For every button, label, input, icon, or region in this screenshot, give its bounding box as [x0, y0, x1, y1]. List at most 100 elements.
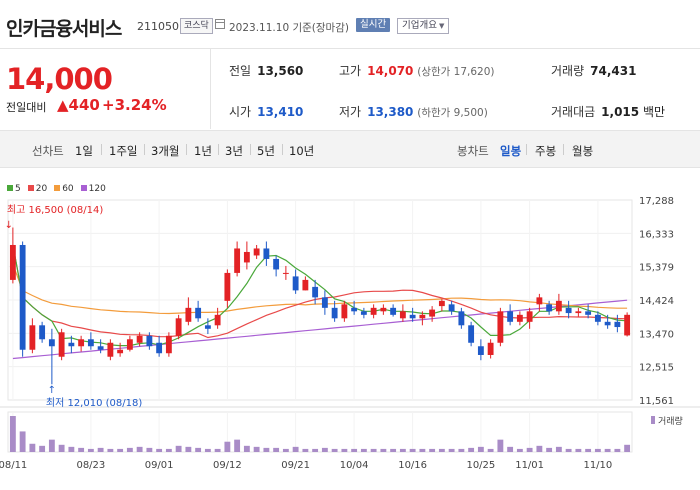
- candle-body: [9, 244, 16, 280]
- candle-body: [624, 314, 631, 336]
- volume-bar: [331, 448, 338, 452]
- volume-bar: [136, 446, 143, 452]
- volume-bar: [565, 448, 572, 452]
- candle-body: [351, 307, 358, 312]
- volume-bar: [204, 448, 211, 452]
- candle-body: [370, 307, 377, 315]
- candle-body: [360, 311, 367, 315]
- candle-body: [458, 311, 465, 326]
- candle-body: [546, 304, 553, 312]
- candle-body: [575, 311, 582, 314]
- candle-body: [497, 311, 504, 343]
- candle-body: [87, 339, 94, 347]
- volume-bar: [292, 446, 299, 452]
- volume-bar: [19, 431, 26, 452]
- y-tick-label: 13,470: [639, 329, 674, 340]
- y-tick-label: 11,561: [639, 396, 674, 407]
- candle-body: [438, 300, 445, 307]
- volume-bar: [380, 448, 387, 452]
- volume-bar: [516, 448, 523, 452]
- candle-body: [331, 307, 338, 319]
- volume-bar: [185, 446, 192, 452]
- candle-body: [419, 314, 426, 319]
- candle-body: [243, 251, 250, 263]
- volume-bar: [341, 448, 348, 452]
- volume-bar: [507, 446, 514, 452]
- candle-body: [165, 335, 172, 354]
- low-annotation: 최저 12,010 (08/18): [46, 397, 142, 409]
- ma120-line: [12, 299, 628, 360]
- candle-body: [204, 325, 211, 329]
- volume-bar: [419, 448, 426, 452]
- volume-bar: [234, 439, 241, 452]
- y-tick-label: 12,515: [639, 363, 674, 374]
- candle-body: [477, 346, 484, 355]
- candle-body: [312, 286, 319, 298]
- x-tick-label: 11/10: [583, 460, 612, 471]
- volume-bar: [546, 447, 553, 452]
- volume-bar: [273, 447, 280, 452]
- candle-body: [78, 339, 85, 347]
- volume-bar: [224, 441, 231, 452]
- candle-body: [614, 321, 621, 328]
- volume-bar: [126, 447, 133, 452]
- volume-bar: [429, 448, 436, 452]
- volume-bar: [195, 447, 202, 452]
- volume-bar: [9, 416, 16, 452]
- volume-bar: [438, 448, 445, 452]
- y-tick-label: 16,333: [639, 229, 674, 240]
- volume-bar: [399, 448, 406, 452]
- volume-bar: [39, 445, 46, 452]
- candle-body: [448, 304, 455, 312]
- volume-bar: [624, 444, 631, 452]
- volume-bar: [575, 448, 582, 452]
- candle-body: [594, 314, 601, 322]
- volume-bar: [594, 448, 601, 452]
- x-tick-label: 09/21: [281, 460, 310, 471]
- volume-bar: [117, 448, 124, 452]
- volume-bar: [360, 448, 367, 452]
- candle-body: [68, 342, 75, 347]
- volume-bar: [87, 448, 94, 452]
- candle-body: [536, 297, 543, 305]
- volume-bar: [243, 445, 250, 452]
- volume-bar: [585, 448, 592, 452]
- volume-bar: [165, 448, 172, 452]
- volume-bar: [370, 448, 377, 452]
- y-tick-label: 15,379: [639, 263, 674, 274]
- candle-body: [117, 349, 124, 354]
- candle-body: [302, 279, 309, 291]
- candle-body: [29, 325, 36, 350]
- volume-legend: 거래량: [658, 415, 683, 427]
- x-tick-label: 11/01: [515, 460, 544, 471]
- volume-bar: [214, 448, 221, 452]
- volume-bar: [477, 446, 484, 452]
- candle-body: [273, 258, 280, 270]
- candle-body: [253, 248, 260, 256]
- candle-body: [156, 342, 163, 354]
- candle-body: [214, 314, 221, 326]
- volume-bar: [302, 448, 309, 452]
- x-tick-label: 10/16: [398, 460, 427, 471]
- volume-bar: [107, 448, 114, 452]
- candle-body: [39, 325, 46, 340]
- volume-bar: [458, 448, 465, 452]
- volume-bar: [536, 445, 543, 452]
- high-annotation: 최고 16,500 (08/14): [7, 204, 103, 216]
- candle-body: [97, 346, 104, 350]
- candle-body: [195, 307, 202, 319]
- candle-body: [409, 314, 416, 319]
- candle-body: [321, 297, 328, 308]
- volume-bar: [351, 448, 358, 452]
- stock-chart[interactable]: 17,288 16,333 15,379 14,424 13,470 12,515 11,5…: [0, 0, 700, 490]
- x-tick-label: 09/01: [145, 460, 174, 471]
- volume-bar: [78, 447, 85, 452]
- candle-body: [507, 311, 514, 322]
- candle-body: [399, 311, 406, 319]
- candle-body: [282, 272, 289, 274]
- candle-body: [468, 325, 475, 343]
- candle-body: [390, 307, 397, 315]
- candle-body: [136, 335, 143, 343]
- volume-bar: [468, 447, 475, 452]
- volume-bar: [409, 448, 416, 452]
